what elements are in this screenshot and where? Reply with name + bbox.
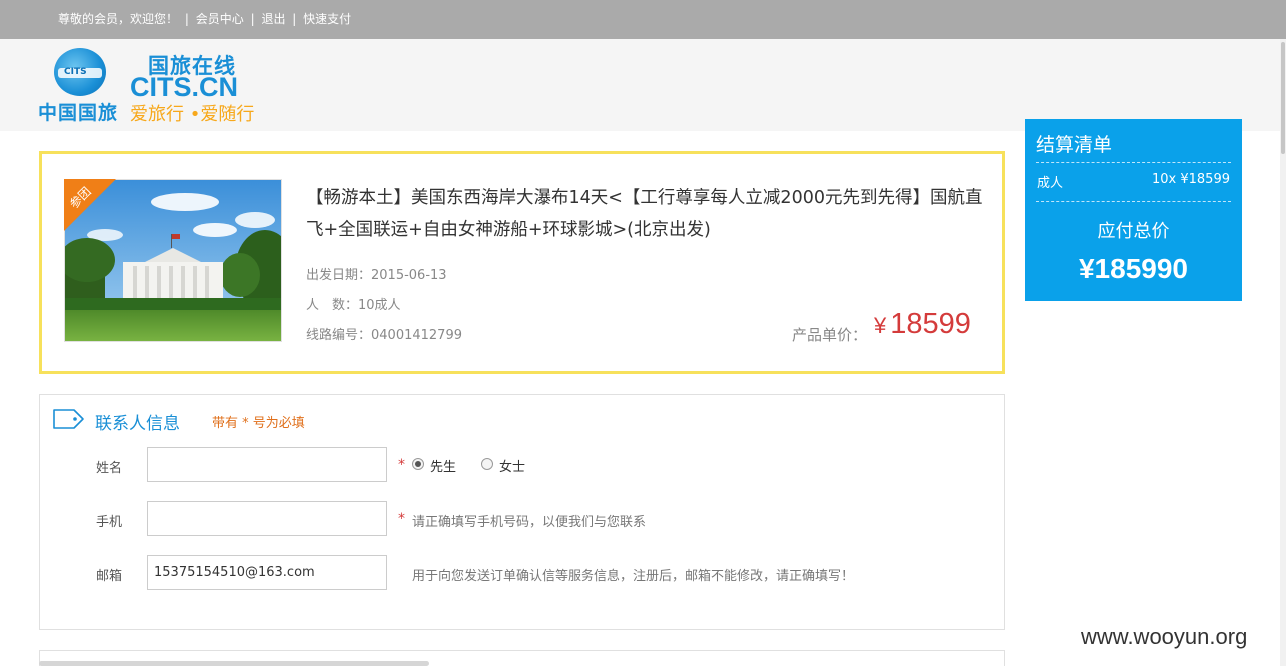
tag-icon [53, 409, 84, 429]
quick-pay-link[interactable]: 快速支付 [303, 12, 351, 26]
logo-slogan: 爱旅行 •爱随行 [130, 104, 255, 125]
member-center-link[interactable]: 会员中心 [196, 12, 244, 26]
logo-cn-name: 中国国旅 [38, 102, 119, 124]
route-number: 线路编号：04001412799 [306, 328, 462, 343]
separator: | [292, 12, 297, 26]
separator: | [250, 12, 255, 26]
divider [1036, 201, 1231, 202]
gender-female-radio[interactable] [481, 458, 493, 470]
logo-brand-en: CITS.CN [130, 72, 238, 102]
email-hint: 用于向您发送订单确认信等服务信息，注册后，邮箱不能修改，请正确填写！ [412, 569, 855, 584]
settlement-summary: 结算清单 成人 10x ¥18599 应付总价 ¥185990 [1025, 119, 1242, 301]
logout-link[interactable]: 退出 [261, 12, 285, 26]
separator: | [184, 12, 189, 26]
name-label: 姓名 [96, 461, 123, 476]
total-label: 应付总价 [1097, 221, 1170, 242]
required-star: * [398, 511, 405, 527]
name-input[interactable] [147, 447, 387, 482]
phone-label: 手机 [96, 515, 123, 530]
gender-male-radio[interactable] [412, 458, 424, 470]
summary-title: 结算清单 [1036, 134, 1113, 156]
gender-male-label[interactable]: 先生 [430, 456, 456, 475]
globe-label: CITS [64, 67, 87, 77]
section-title: 联系人信息 [95, 414, 180, 434]
summary-row-value: 10x ¥18599 [1152, 172, 1230, 187]
total-amount: ¥185990 [1078, 253, 1188, 284]
currency-symbol: ¥ [874, 313, 887, 338]
top-links: 尊敬的会员，欢迎您！ | 会员中心 | 退出 | 快速支付 [58, 10, 351, 27]
email-input[interactable] [147, 555, 387, 590]
email-label: 邮箱 [96, 569, 123, 584]
top-bar: 尊敬的会员，欢迎您！ | 会员中心 | 退出 | 快速支付 [0, 0, 1286, 39]
vertical-scrollbar-thumb[interactable] [1281, 42, 1285, 154]
product-card: 参团 【畅游本土】美国东西海岸大瀑布14天<【工行尊享每人立减2000元先到先得… [39, 151, 1005, 374]
welcome-text: 尊敬的会员，欢迎您！ [58, 12, 179, 26]
gender-female-label[interactable]: 女士 [499, 456, 525, 475]
required-star: * [398, 457, 405, 473]
unit-price: ¥18599 [874, 308, 971, 341]
watermark: www.wooyun.org [1081, 624, 1248, 649]
phone-input[interactable] [147, 501, 387, 536]
people-count: 人 数：10成人 [306, 298, 401, 313]
summary-row-label: 成人 [1037, 176, 1064, 191]
phone-hint: 请正确填写手机号码，以便我们与您联系 [412, 515, 647, 530]
departure-date: 出发日期：2015-06-13 [306, 268, 447, 283]
group-tour-badge: 参团 [64, 179, 116, 231]
divider [1036, 162, 1231, 163]
globe-icon: CITS [54, 48, 106, 96]
product-title[interactable]: 【畅游本土】美国东西海岸大瀑布14天<【工行尊享每人立减2000元先到先得】国航… [306, 182, 986, 246]
contact-info-section: 联系人信息 带有 * 号为必填 姓名 * 先生 女士 手机 * 请正确填写手机号… [39, 394, 1005, 630]
unit-price-label: 产品单价： [792, 326, 868, 344]
site-logo[interactable]: CITS 中国国旅 国旅在线 CITS.CN 爱旅行 •爱随行 [38, 46, 268, 126]
unit-price-value: 18599 [890, 308, 971, 340]
required-note: 带有 * 号为必填 [212, 416, 305, 431]
horizontal-scrollbar[interactable] [39, 661, 429, 666]
